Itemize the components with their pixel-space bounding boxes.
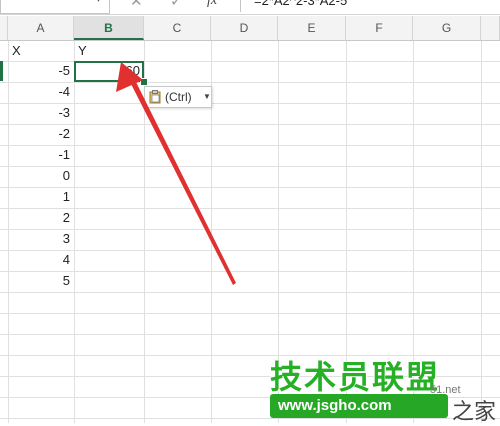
cancel-icon[interactable]: ✕ — [130, 0, 143, 10]
formula-bar: ▾ ✕ ✓ fx =2*A2^2-3*A2-5 — [0, 0, 500, 15]
cell-a5[interactable]: -2 — [8, 124, 74, 144]
grid-line — [0, 313, 500, 314]
grid-line — [0, 82, 500, 83]
fill-handle[interactable] — [140, 78, 148, 86]
clipboard-icon — [149, 90, 161, 104]
cell-a2[interactable]: -5 — [8, 61, 74, 81]
grid-line — [0, 418, 500, 419]
grid-line — [0, 334, 500, 335]
watermark-url: www.jsgho.com — [278, 397, 392, 414]
column-header-a[interactable]: A — [8, 16, 74, 40]
column-header-h[interactable] — [481, 16, 500, 40]
cell-a3[interactable]: -4 — [8, 82, 74, 102]
grid-line — [0, 271, 500, 272]
grid-line — [0, 208, 500, 209]
paste-options-label: (Ctrl) — [165, 90, 192, 104]
grid-line — [0, 229, 500, 230]
cell-a11[interactable]: 4 — [8, 250, 74, 270]
cell-a9[interactable]: 2 — [8, 208, 74, 228]
grid-line — [0, 103, 500, 104]
watermark-logo-text: 技术员联盟 — [270, 358, 441, 396]
column-header-g[interactable]: G — [413, 16, 481, 40]
name-box[interactable] — [0, 0, 110, 14]
cell-a1[interactable]: X — [8, 41, 74, 61]
grid-line — [0, 145, 500, 146]
dropdown-arrow-icon: ▼ — [203, 92, 211, 101]
column-header-e[interactable]: E — [278, 16, 346, 40]
column-headers: A B C D E F G — [0, 16, 500, 41]
cell-a6[interactable]: -1 — [8, 145, 74, 165]
column-header-d[interactable]: D — [211, 16, 278, 40]
grid-line — [0, 250, 500, 251]
cell-a8[interactable]: 1 — [8, 187, 74, 207]
grid-line — [0, 166, 500, 167]
watermark-suffix: 之家 — [452, 400, 497, 425]
active-cell-border — [74, 61, 144, 82]
enter-icon[interactable]: ✓ — [170, 0, 183, 10]
formula-text: =2*A2^2-3*A2-5 — [254, 0, 348, 8]
cell-a10[interactable]: 3 — [8, 229, 74, 249]
cell-a4[interactable]: -3 — [8, 103, 74, 123]
grid-line — [74, 41, 75, 423]
name-box-dropdown-icon[interactable]: ▾ — [96, 0, 101, 5]
cell-a7[interactable]: 0 — [8, 166, 74, 186]
grid-line — [481, 41, 482, 423]
column-header-b[interactable]: B — [74, 16, 144, 40]
active-row-indicator — [0, 61, 3, 81]
column-header-c[interactable]: C — [144, 16, 211, 40]
watermark-url-badge: www.jsgho.com — [270, 394, 448, 418]
grid-line — [0, 292, 500, 293]
select-all-corner[interactable] — [0, 16, 8, 40]
column-header-f[interactable]: F — [346, 16, 413, 40]
cell-a12[interactable]: 5 — [8, 271, 74, 291]
insert-function-icon[interactable]: fx — [207, 0, 217, 9]
paste-options-button[interactable]: (Ctrl) ▼ — [144, 86, 212, 108]
grid-line — [0, 187, 500, 188]
cell-b1[interactable]: Y — [74, 41, 144, 61]
grid-line — [0, 124, 500, 125]
